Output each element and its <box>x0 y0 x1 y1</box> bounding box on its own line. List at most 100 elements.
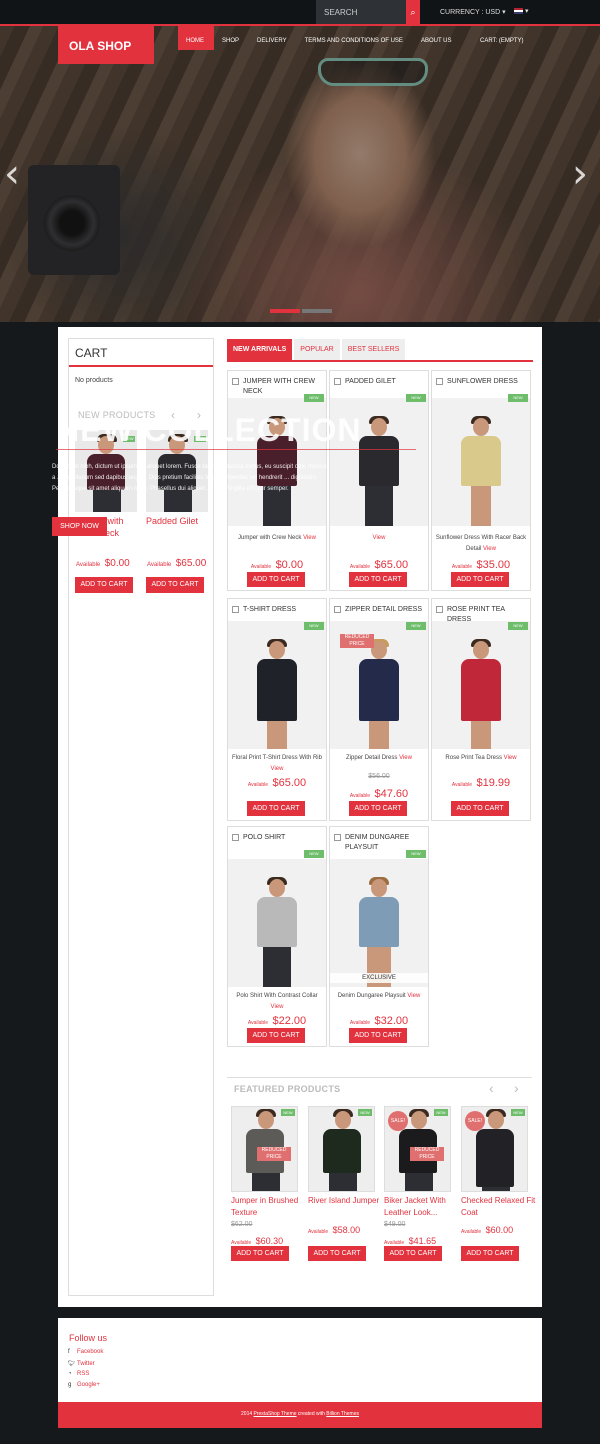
slider-dot-2[interactable] <box>302 309 332 313</box>
search-input[interactable]: SEARCH <box>316 0 406 24</box>
tab-new-arrivals[interactable]: NEW ARRIVALS <box>227 339 293 360</box>
view-link[interactable]: View <box>483 546 496 552</box>
header-cart-link[interactable]: CART: (EMPTY) <box>480 38 524 44</box>
logo[interactable]: OLA SHOP <box>58 26 154 64</box>
slide-caption-title: NEW COLLECTION <box>56 412 362 448</box>
product-card[interactable]: T-SHIRT DRESS NEW Floral Print T-Shirt D… <box>227 598 327 821</box>
view-link[interactable]: View <box>399 755 412 761</box>
slider-prev-icon[interactable]: ‹ <box>4 150 28 198</box>
add-to-cart-button[interactable]: ADD TO CART <box>461 1246 519 1261</box>
add-to-cart-button[interactable]: ADD TO CART <box>146 577 204 593</box>
currency-selector[interactable]: CURRENCY : USD ▾ <box>440 8 506 16</box>
featured-product-image[interactable]: NEW SALE! REDUCED PRICE <box>384 1106 451 1192</box>
product-image[interactable] <box>432 621 530 749</box>
view-link[interactable]: View <box>373 535 386 541</box>
social-link-rss[interactable]: ◔ RSS <box>68 1371 89 1377</box>
compare-checkbox[interactable] <box>436 606 443 613</box>
view-link[interactable]: View <box>504 755 517 761</box>
featured-product-image[interactable]: NEW REDUCED PRICE <box>231 1106 298 1192</box>
product-title[interactable]: POLO SHIRT <box>243 833 325 843</box>
compare-checkbox[interactable] <box>334 834 341 841</box>
compare-checkbox[interactable] <box>334 606 341 613</box>
top-bar <box>0 0 600 24</box>
product-card[interactable]: PADDED GILET NEW View Available $65.00 A… <box>329 370 429 591</box>
product-image[interactable] <box>228 621 326 749</box>
product-title[interactable]: SUNFLOWER DRESS <box>447 377 529 387</box>
add-to-cart-button[interactable]: ADD TO CART <box>247 801 305 816</box>
featured-next-icon[interactable]: › <box>514 1080 519 1096</box>
add-to-cart-button[interactable]: ADD TO CART <box>384 1246 442 1261</box>
product-card[interactable]: SUNFLOWER DRESS NEW Sunflower Dress With… <box>431 370 531 591</box>
tab-popular[interactable]: POPULAR <box>294 339 340 360</box>
nav-about[interactable]: ABOUT US <box>413 26 462 50</box>
new-product-price: Available $65.00 <box>147 558 207 569</box>
new-product-name[interactable]: Padded Gilet <box>146 515 208 527</box>
nav-shop[interactable]: SHOP <box>214 26 249 50</box>
product-image[interactable] <box>228 859 326 987</box>
product-card[interactable]: ZIPPER DETAIL DRESS REDUCED PRICE NEW Zi… <box>329 598 429 821</box>
product-card[interactable]: ROSE PRINT TEA DRESS NEW Rose Print Tea … <box>431 598 531 821</box>
add-to-cart-button[interactable]: ADD TO CART <box>75 577 133 593</box>
view-link[interactable]: View <box>303 535 316 541</box>
sale-badge: SALE! <box>388 1111 408 1131</box>
product-image[interactable]: REDUCED PRICE <box>330 621 428 749</box>
search-icon: ⌕ <box>410 7 416 17</box>
reduced-price-tag: REDUCED PRICE <box>257 1147 291 1161</box>
featured-product-name[interactable]: Jumper in Brushed Texture <box>231 1195 306 1219</box>
add-to-cart-button[interactable]: ADD TO CART <box>231 1246 289 1261</box>
product-price: Available $47.60 <box>349 788 409 800</box>
add-to-cart-button[interactable]: ADD TO CART <box>308 1246 366 1261</box>
social-link-google-plus[interactable]: g Google+ <box>68 1382 100 1388</box>
product-card[interactable]: POLO SHIRT NEW Polo Shirt With Contrast … <box>227 826 327 1047</box>
product-title[interactable]: PADDED GILET <box>345 377 427 387</box>
product-price: Available $65.00 <box>349 559 409 571</box>
add-to-cart-button[interactable]: ADD TO CART <box>349 572 407 587</box>
compare-checkbox[interactable] <box>232 834 239 841</box>
slide-caption-text: Donec vel nibh, dictum ut ipsum in, aliq… <box>52 464 330 492</box>
tab-best-sellers[interactable]: BEST SELLERS <box>341 339 406 360</box>
compare-checkbox[interactable] <box>334 378 341 385</box>
product-description: Denim Dungaree Playsuit View <box>337 993 421 999</box>
featured-product-name[interactable]: Checked Relaxed Fit Coat <box>461 1195 536 1219</box>
product-image[interactable]: EXCLUSIVE <box>330 859 428 987</box>
featured-product-image[interactable]: NEW <box>308 1106 375 1192</box>
facebook-icon: f <box>68 1349 70 1355</box>
featured-product-image[interactable]: NEW SALE! <box>461 1106 528 1192</box>
featured-prev-icon[interactable]: ‹ <box>489 1080 494 1096</box>
featured-product-name[interactable]: Biker Jacket With Leather Look... <box>384 1195 459 1219</box>
billion-themes-link[interactable]: Billion Themes <box>326 1411 359 1417</box>
compare-checkbox[interactable] <box>232 378 239 385</box>
featured-product-name[interactable]: River Island Jumper <box>308 1195 383 1207</box>
add-to-cart-button[interactable]: ADD TO CART <box>349 801 407 816</box>
add-to-cart-button[interactable]: ADD TO CART <box>451 801 509 816</box>
add-to-cart-button[interactable]: ADD TO CART <box>349 1028 407 1043</box>
social-link-facebook[interactable]: f Facebook <box>68 1349 103 1355</box>
slider-dot-1[interactable] <box>270 309 300 313</box>
nav-home[interactable]: HOME <box>178 26 214 50</box>
main-nav: HOME SHOP DELIVERY TERMS AND CONDITIONS … <box>178 26 462 50</box>
prestashop-theme-link[interactable]: PrestaShop Theme <box>254 1411 297 1417</box>
product-price: Available $22.00 <box>247 1015 307 1027</box>
language-selector[interactable]: ▾ <box>514 7 528 15</box>
product-image[interactable] <box>432 398 530 526</box>
slider-next-icon[interactable]: › <box>572 150 596 198</box>
shop-now-button[interactable]: SHOP NOW <box>52 517 107 536</box>
view-link[interactable]: View <box>271 1004 284 1010</box>
view-link[interactable]: View <box>271 766 284 772</box>
social-link-twitter[interactable]: 🐦︎ Twitter <box>68 1360 95 1368</box>
product-title[interactable]: T-SHIRT DRESS <box>243 605 325 615</box>
search-button[interactable]: ⌕ <box>406 0 420 24</box>
add-to-cart-button[interactable]: ADD TO CART <box>451 572 509 587</box>
cart-empty-text: No products <box>75 377 113 384</box>
view-link[interactable]: View <box>407 993 420 999</box>
product-title[interactable]: ZIPPER DETAIL DRESS <box>345 605 427 615</box>
product-description: Polo Shirt With Contrast Collar View <box>236 993 318 1010</box>
add-to-cart-button[interactable]: ADD TO CART <box>247 1028 305 1043</box>
add-to-cart-button[interactable]: ADD TO CART <box>247 572 305 587</box>
compare-checkbox[interactable] <box>232 606 239 613</box>
product-card[interactable]: DENIM DUNGAREE PLAYSUIT EXCLUSIVE NEW De… <box>329 826 429 1047</box>
new-tag: NEW <box>304 622 324 630</box>
nav-delivery[interactable]: DELIVERY <box>249 26 297 50</box>
compare-checkbox[interactable] <box>436 378 443 385</box>
nav-terms[interactable]: TERMS AND CONDITIONS OF USE <box>297 26 413 50</box>
